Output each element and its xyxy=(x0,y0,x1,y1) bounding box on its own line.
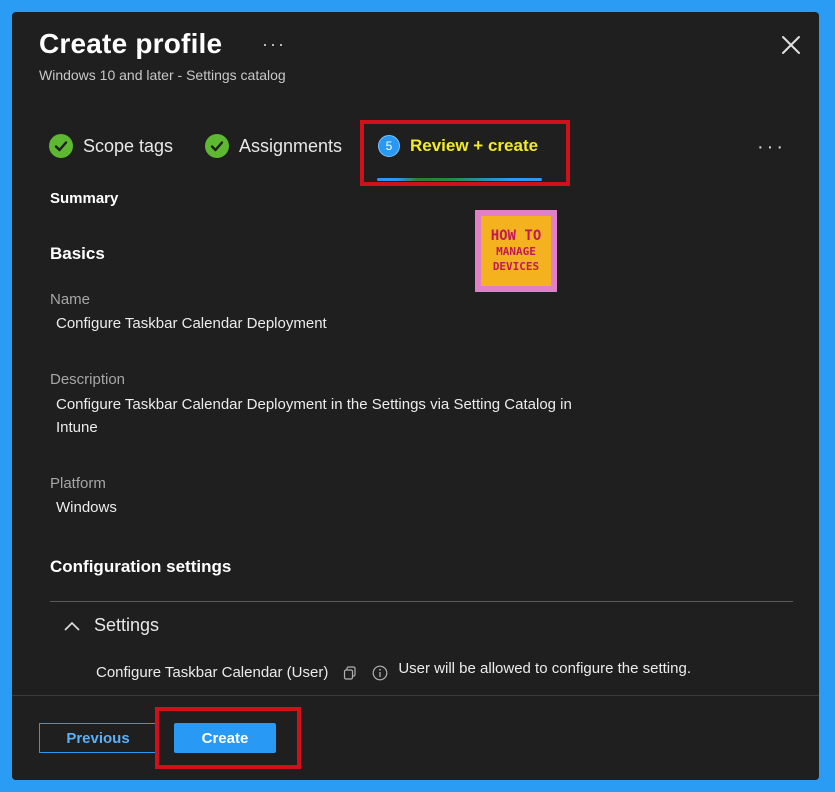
active-tab-underline xyxy=(377,178,542,181)
footer-bar: Previous Create xyxy=(12,695,819,780)
tab-scope-tags-label: Scope tags xyxy=(83,135,174,156)
platform-value: Windows xyxy=(56,499,117,516)
step-number-badge: 5 xyxy=(378,135,400,157)
info-icon[interactable] xyxy=(372,665,388,681)
create-profile-panel: Create profile ··· Windows 10 and later … xyxy=(12,12,819,780)
platform-label: Platform xyxy=(50,475,106,492)
setting-row: Configure Taskbar Calendar (User) User w… xyxy=(96,660,796,681)
page-title: Create profile xyxy=(39,28,223,59)
description-label: Description xyxy=(50,371,126,388)
settings-toggle-label: Settings xyxy=(94,615,160,635)
how-to-manage-devices-logo: HOW TO MANAGE DEVICES xyxy=(475,210,557,292)
copy-icon[interactable] xyxy=(342,665,358,681)
configuration-settings-heading: Configuration settings xyxy=(50,557,232,576)
name-label: Name xyxy=(50,291,91,308)
basics-heading: Basics xyxy=(50,244,105,263)
checkmark-icon xyxy=(205,134,229,158)
tabs-more-icon[interactable]: ··· xyxy=(757,136,786,159)
tab-review-create[interactable]: 5 Review + create xyxy=(378,135,538,157)
close-icon[interactable] xyxy=(780,34,802,56)
setting-value: User will be allowed to configure the se… xyxy=(398,660,691,677)
create-button[interactable]: Create xyxy=(174,723,276,753)
previous-button[interactable]: Previous xyxy=(39,723,157,753)
description-value-line2: Intune xyxy=(56,419,98,436)
tab-assignments-label: Assignments xyxy=(239,135,343,156)
setting-name: Configure Taskbar Calendar (User) xyxy=(96,664,329,681)
chevron-up-icon xyxy=(64,621,80,631)
page-subtitle: Windows 10 and later - Settings catalog xyxy=(39,67,286,83)
more-options-icon[interactable]: ··· xyxy=(262,34,286,55)
divider xyxy=(50,601,793,602)
tab-assignments[interactable]: Assignments xyxy=(205,134,342,158)
description-value-line1: Configure Taskbar Calendar Deployment in… xyxy=(56,396,572,413)
settings-collapse-toggle[interactable]: Settings xyxy=(64,615,159,636)
summary-heading: Summary xyxy=(50,190,119,207)
tab-review-create-label: Review + create xyxy=(410,136,539,155)
checkmark-icon xyxy=(49,134,73,158)
tab-scope-tags[interactable]: Scope tags xyxy=(49,134,173,158)
name-value: Configure Taskbar Calendar Deployment xyxy=(56,315,327,332)
